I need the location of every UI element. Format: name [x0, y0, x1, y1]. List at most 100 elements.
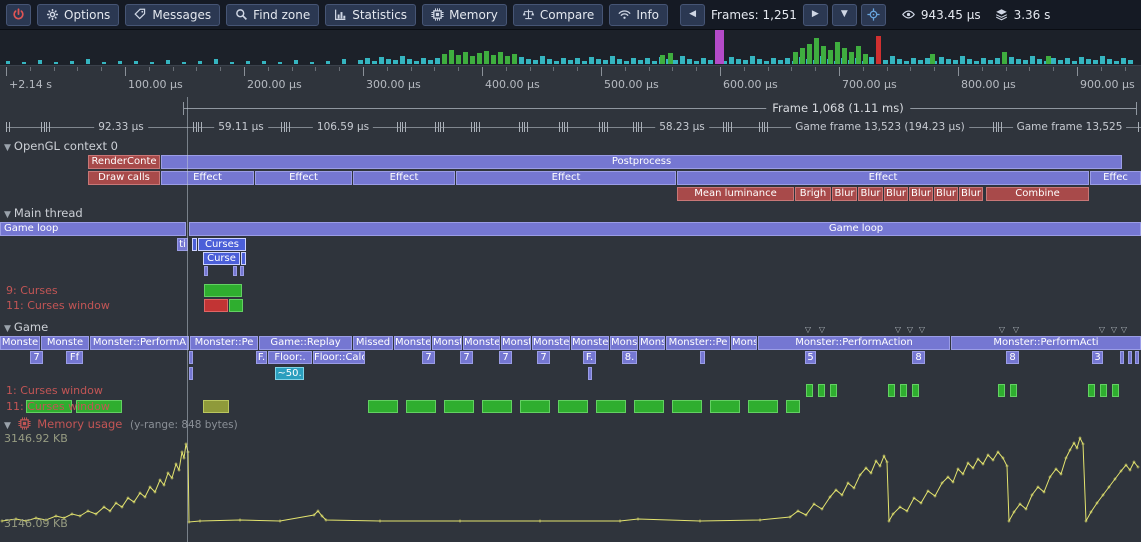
zone[interactable]	[900, 384, 907, 397]
zone[interactable]	[406, 400, 436, 413]
zone[interactable]	[229, 299, 243, 312]
thread-label[interactable]: 11: Curses window	[6, 400, 110, 413]
zone-8[interactable]: 8	[1006, 351, 1019, 364]
zone-monste[interactable]: Monste	[571, 336, 609, 350]
zone-brigh[interactable]: Brigh	[795, 187, 831, 201]
zone[interactable]	[830, 384, 837, 397]
zone-monste[interactable]: Monste	[532, 336, 570, 350]
zone[interactable]	[233, 266, 237, 276]
zone-monster-performacti[interactable]: Monster::PerformActi	[951, 336, 1141, 350]
zone-mons[interactable]: Mons	[731, 336, 757, 350]
zone-game-loop[interactable]: Game loop	[189, 222, 1141, 236]
zone[interactable]	[806, 384, 813, 397]
collapse-icon[interactable]: ▼	[4, 421, 11, 431]
zone[interactable]	[1128, 351, 1132, 364]
zone-effect[interactable]: Effect	[456, 171, 676, 185]
zone[interactable]	[786, 400, 800, 413]
zone-postprocess[interactable]: Postprocess	[161, 155, 1122, 169]
next-frame-button[interactable]: ▶	[803, 4, 828, 26]
zone-blur[interactable]: Blur	[934, 187, 958, 201]
zone-marker-icon[interactable]: ▽	[819, 326, 825, 334]
section-header-game[interactable]: ▼Game	[4, 320, 48, 334]
thread-label[interactable]: 9: Curses	[6, 284, 58, 297]
zone[interactable]	[204, 284, 242, 297]
zone[interactable]	[189, 367, 193, 380]
zone-marker-icon[interactable]: ▽	[1099, 326, 1105, 334]
zone[interactable]	[368, 400, 398, 413]
zone[interactable]	[1100, 384, 1107, 397]
zone[interactable]	[596, 400, 626, 413]
zone-mons[interactable]: Mons	[639, 336, 665, 350]
zone-curse[interactable]: Curse	[203, 252, 240, 265]
section-header-opengl-context-0[interactable]: ▼OpenGL context 0	[4, 139, 118, 153]
options-button[interactable]: Options	[37, 4, 119, 26]
zone[interactable]	[998, 384, 1005, 397]
zone-effec[interactable]: Effec	[1090, 171, 1141, 185]
zone[interactable]	[1088, 384, 1095, 397]
zone-f-[interactable]: F.	[256, 351, 267, 364]
zone-floor-[interactable]: Floor:.	[268, 351, 312, 364]
zone[interactable]	[1120, 351, 1124, 364]
zone[interactable]	[588, 367, 592, 380]
zone-floor-calc[interactable]: Floor::Calc	[313, 351, 365, 364]
zone-marker-icon[interactable]: ▽	[907, 326, 913, 334]
zone-7[interactable]: 7	[460, 351, 473, 364]
zone[interactable]	[818, 384, 825, 397]
zone[interactable]	[482, 400, 512, 413]
prev-frame-button[interactable]: ◀	[680, 4, 705, 26]
zone-monst[interactable]: Monst	[432, 336, 462, 350]
zone[interactable]	[1135, 351, 1139, 364]
zone[interactable]	[888, 384, 895, 397]
zone[interactable]	[204, 266, 208, 276]
zone[interactable]	[240, 266, 244, 276]
zone[interactable]	[520, 400, 550, 413]
zone-effect[interactable]: Effect	[255, 171, 352, 185]
zone-combine[interactable]: Combine	[986, 187, 1089, 201]
zone-f-[interactable]: F.	[583, 351, 596, 364]
zone-marker-icon[interactable]: ▽	[1121, 326, 1127, 334]
zone-effect[interactable]: Effect	[353, 171, 455, 185]
timeline[interactable]: RenderContePostprocessDraw callsEffectEf…	[0, 0, 1141, 542]
zone-marker-icon[interactable]: ▽	[895, 326, 901, 334]
zone-monster-performaction[interactable]: Monster::PerformAction	[758, 336, 950, 350]
compare-button[interactable]: Compare	[513, 4, 603, 26]
zone-3[interactable]: 3	[1092, 351, 1103, 364]
zone-marker-icon[interactable]: ▽	[1013, 326, 1019, 334]
frame-dropdown-button[interactable]: ▼	[832, 4, 857, 26]
zone[interactable]	[710, 400, 740, 413]
zone-7[interactable]: 7	[30, 351, 43, 364]
find-zone-button[interactable]: Find zone	[226, 4, 319, 26]
zone-blur[interactable]: Blur	[858, 187, 883, 201]
goto-frame-button[interactable]	[861, 4, 886, 26]
zone-monste[interactable]: Monste	[463, 336, 500, 350]
zone-game-replay[interactable]: Game::Replay	[259, 336, 352, 350]
zone-marker-icon[interactable]: ▽	[805, 326, 811, 334]
zone-monst[interactable]: Monst	[610, 336, 638, 350]
power-button[interactable]	[6, 4, 31, 26]
zone-curses[interactable]: Curses	[198, 238, 246, 251]
zone[interactable]	[189, 351, 193, 364]
zone-7[interactable]: 7	[422, 351, 435, 364]
zone-blur[interactable]: Blur	[884, 187, 908, 201]
zone-ff[interactable]: Ff	[66, 351, 83, 364]
section-header-memory-usage[interactable]: ▼ Memory usage (y-range: 848 bytes)	[4, 417, 238, 431]
zone-renderconte[interactable]: RenderConte	[88, 155, 160, 169]
zone-marker-icon[interactable]: ▽	[919, 326, 925, 334]
zone-effect[interactable]: Effect	[161, 171, 254, 185]
messages-button[interactable]: Messages	[125, 4, 220, 26]
zone[interactable]	[672, 400, 702, 413]
zone-mean-luminance[interactable]: Mean luminance	[677, 187, 794, 201]
zone-7[interactable]: 7	[537, 351, 550, 364]
zone[interactable]	[1010, 384, 1017, 397]
zone[interactable]	[241, 252, 246, 265]
zone[interactable]	[634, 400, 664, 413]
collapse-icon[interactable]: ▼	[4, 210, 11, 220]
zone[interactable]	[700, 351, 705, 364]
zone[interactable]	[748, 400, 778, 413]
zone-monst[interactable]: Monst	[501, 336, 531, 350]
zone-monste[interactable]: Monste	[0, 336, 40, 350]
zone-marker-icon[interactable]: ▽	[1111, 326, 1117, 334]
zone-monste[interactable]: Monste	[41, 336, 89, 350]
zone-blur[interactable]: Blur	[832, 187, 857, 201]
zone[interactable]	[204, 299, 228, 312]
